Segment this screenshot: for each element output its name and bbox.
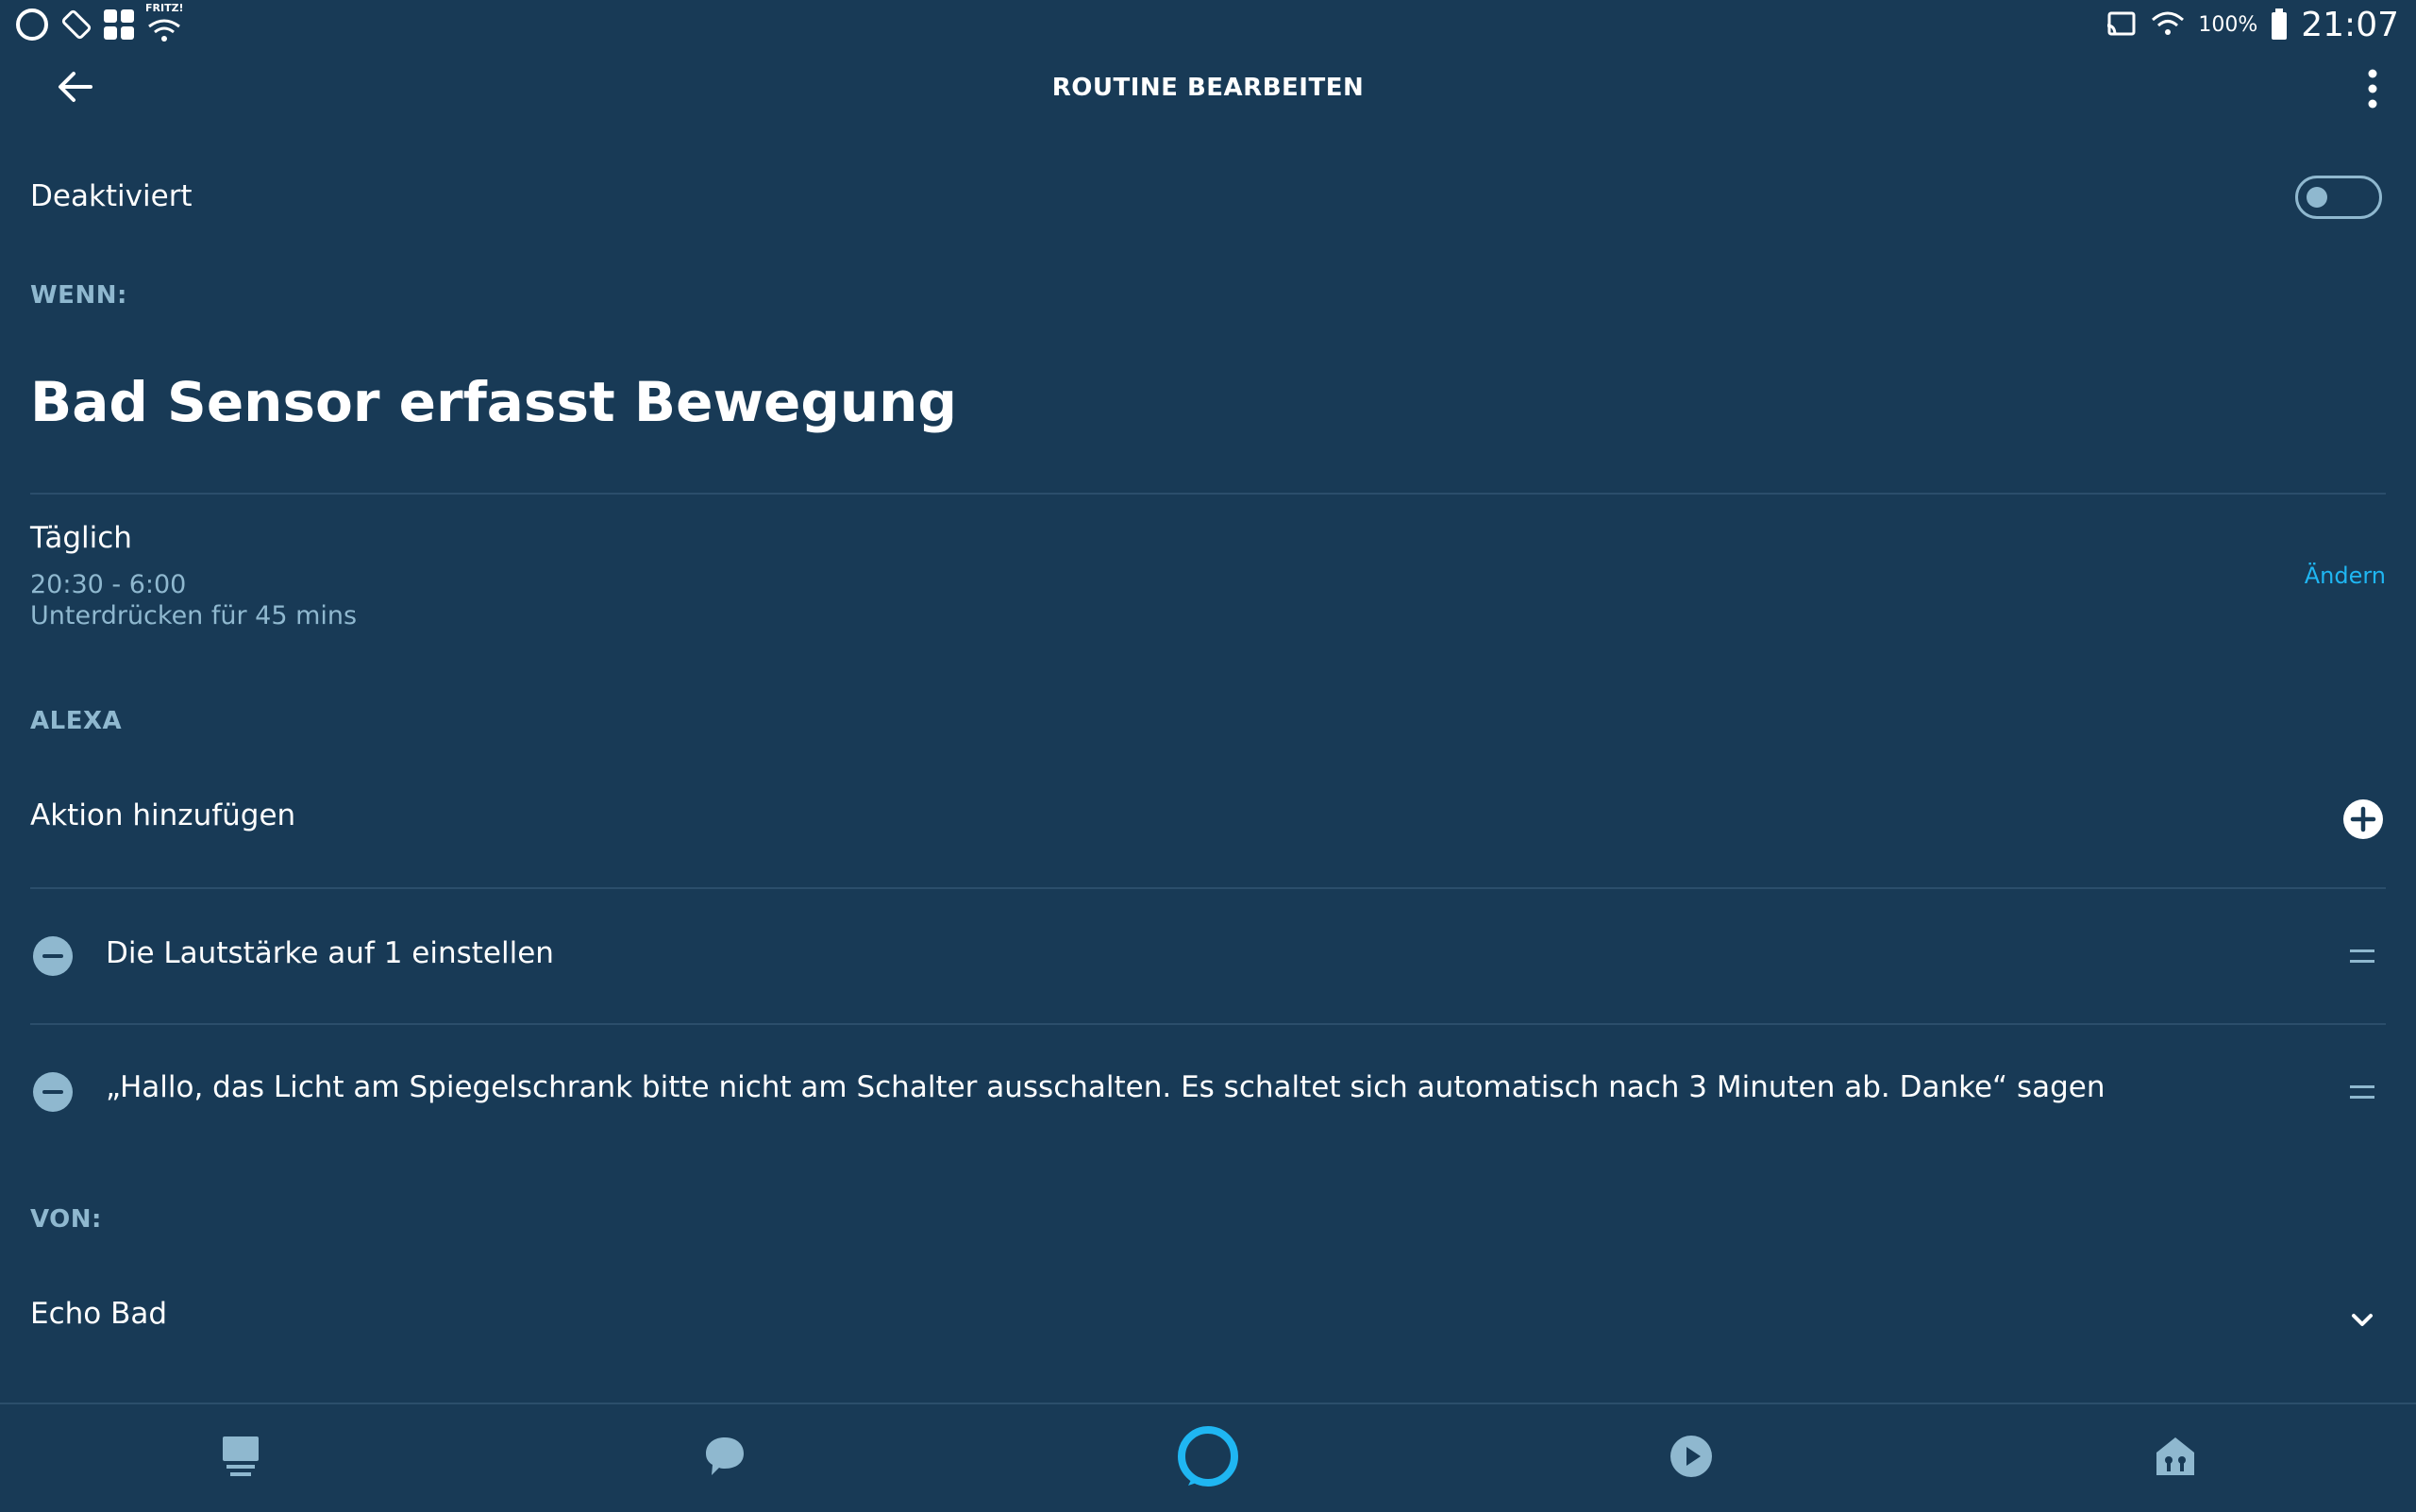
wifi-icon <box>2152 11 2185 35</box>
alexa-notification-icon <box>16 8 48 41</box>
routine-status-label: Deaktiviert <box>30 179 193 213</box>
play-icon <box>1670 1436 1712 1477</box>
divider <box>30 1023 2386 1025</box>
add-action-label[interactable]: Aktion hinzufügen <box>30 798 295 832</box>
smart-home-icon <box>2156 1437 2194 1475</box>
page-title: ROUTINE BEARBEITEN <box>1051 74 1365 102</box>
status-bar: FRITZ! 100% 21:07 <box>0 0 2416 49</box>
clock: 21:07 <box>2301 5 2399 44</box>
status-right: 100% 21:07 <box>2106 4 2399 45</box>
divider <box>30 887 2386 889</box>
plus-icon <box>2350 806 2376 832</box>
nav-alexa[interactable] <box>1175 1423 1241 1489</box>
change-schedule-link[interactable]: Ändern <box>2305 563 2386 589</box>
drag-handle-icon[interactable] <box>2350 1082 2374 1102</box>
wifi-network-label: FRITZ! <box>145 2 184 14</box>
remove-action-button[interactable] <box>33 936 73 976</box>
alexa-ring-icon <box>1178 1426 1238 1487</box>
schedule-title: Täglich <box>30 521 132 555</box>
suppress-duration: Unterdrücken für 45 mins <box>30 601 358 630</box>
remove-action-button[interactable] <box>33 1072 73 1112</box>
more-vert-icon <box>2368 69 2377 109</box>
toggle-knob <box>2307 187 2327 208</box>
battery-icon <box>2272 8 2288 40</box>
routine-enabled-toggle[interactable] <box>2295 176 2382 219</box>
battery-percent: 100% <box>2198 12 2258 37</box>
home-icon <box>223 1436 259 1476</box>
chevron-down-icon[interactable] <box>2348 1306 2376 1335</box>
nav-play[interactable] <box>1658 1423 1724 1489</box>
action-item-say[interactable]: „Hallo, das Licht am Spiegelschrank bitt… <box>106 1070 2106 1104</box>
nav-devices[interactable] <box>2142 1423 2208 1489</box>
from-section-label: VON: <box>30 1205 102 1234</box>
action-item-volume[interactable]: Die Lautstärke auf 1 einstellen <box>106 936 554 970</box>
cast-icon <box>2107 11 2136 36</box>
notification-icons: FRITZ! <box>13 2 184 45</box>
rotation-lock-icon <box>61 9 92 40</box>
fritz-wifi-icon: FRITZ! <box>145 2 184 43</box>
trigger-title[interactable]: Bad Sensor erfasst Bewegung <box>30 370 957 434</box>
chat-bubble-icon <box>706 1437 744 1475</box>
nav-communicate[interactable] <box>692 1423 758 1489</box>
alexa-section-label: ALEXA <box>30 707 123 735</box>
calculator-icon <box>104 9 134 40</box>
device-select[interactable]: Echo Bad <box>30 1297 167 1331</box>
more-options-button[interactable] <box>2350 60 2395 117</box>
drag-handle-icon[interactable] <box>2350 946 2374 966</box>
bottom-navigation <box>0 1403 2416 1512</box>
divider <box>30 493 2386 495</box>
add-action-button[interactable] <box>2343 799 2383 839</box>
nav-home[interactable] <box>208 1423 274 1489</box>
schedule-time: 20:30 - 6:00 <box>30 570 187 599</box>
when-section-label: WENN: <box>30 281 127 310</box>
